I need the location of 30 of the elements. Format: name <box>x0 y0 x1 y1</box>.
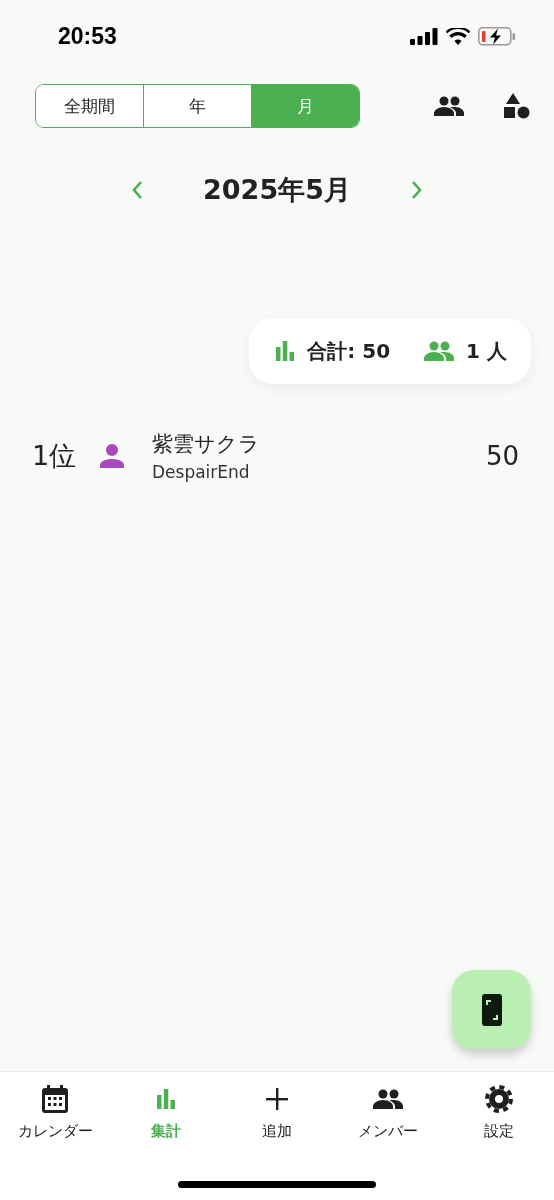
members-icon <box>372 1089 403 1109</box>
nav-tab[interactable]: 追加 <box>221 1084 333 1141</box>
period-tab[interactable]: 全期間 <box>36 85 143 127</box>
chevron-right-icon[interactable] <box>410 181 423 199</box>
nav-tab[interactable]: メンバー <box>332 1084 444 1141</box>
settings-icon <box>484 1085 513 1113</box>
battery-icon <box>478 26 516 46</box>
phone-icon <box>481 993 502 1026</box>
signal-icon <box>410 27 438 45</box>
total-count: 合計: 50 <box>307 337 391 365</box>
member-count: 1 人 <box>466 337 507 365</box>
month-title: 2025年5月 <box>203 173 351 207</box>
calendar-icon <box>42 1085 69 1113</box>
period-tab[interactable]: 年 <box>143 85 251 127</box>
member-subtitle: DespairEnd <box>152 462 251 482</box>
member-score: 50 <box>485 441 519 471</box>
shapes-icon[interactable] <box>504 93 530 119</box>
scan-button[interactable] <box>452 970 531 1049</box>
clock-time: 20:53 <box>58 22 117 50</box>
members-icon[interactable] <box>434 96 464 116</box>
members-icon <box>424 341 455 361</box>
nav-tab[interactable]: カレンダー <box>0 1084 111 1141</box>
bar-chart-icon <box>156 1089 177 1109</box>
bar-chart-icon <box>275 341 296 361</box>
chevron-left-icon[interactable] <box>131 181 144 199</box>
rank-label: 1位 <box>32 439 78 473</box>
member-name: 紫雲サクラ <box>152 431 260 458</box>
wifi-icon <box>446 27 470 45</box>
nav-tab[interactable]: 設定 <box>443 1084 554 1141</box>
plus-icon <box>266 1088 288 1110</box>
